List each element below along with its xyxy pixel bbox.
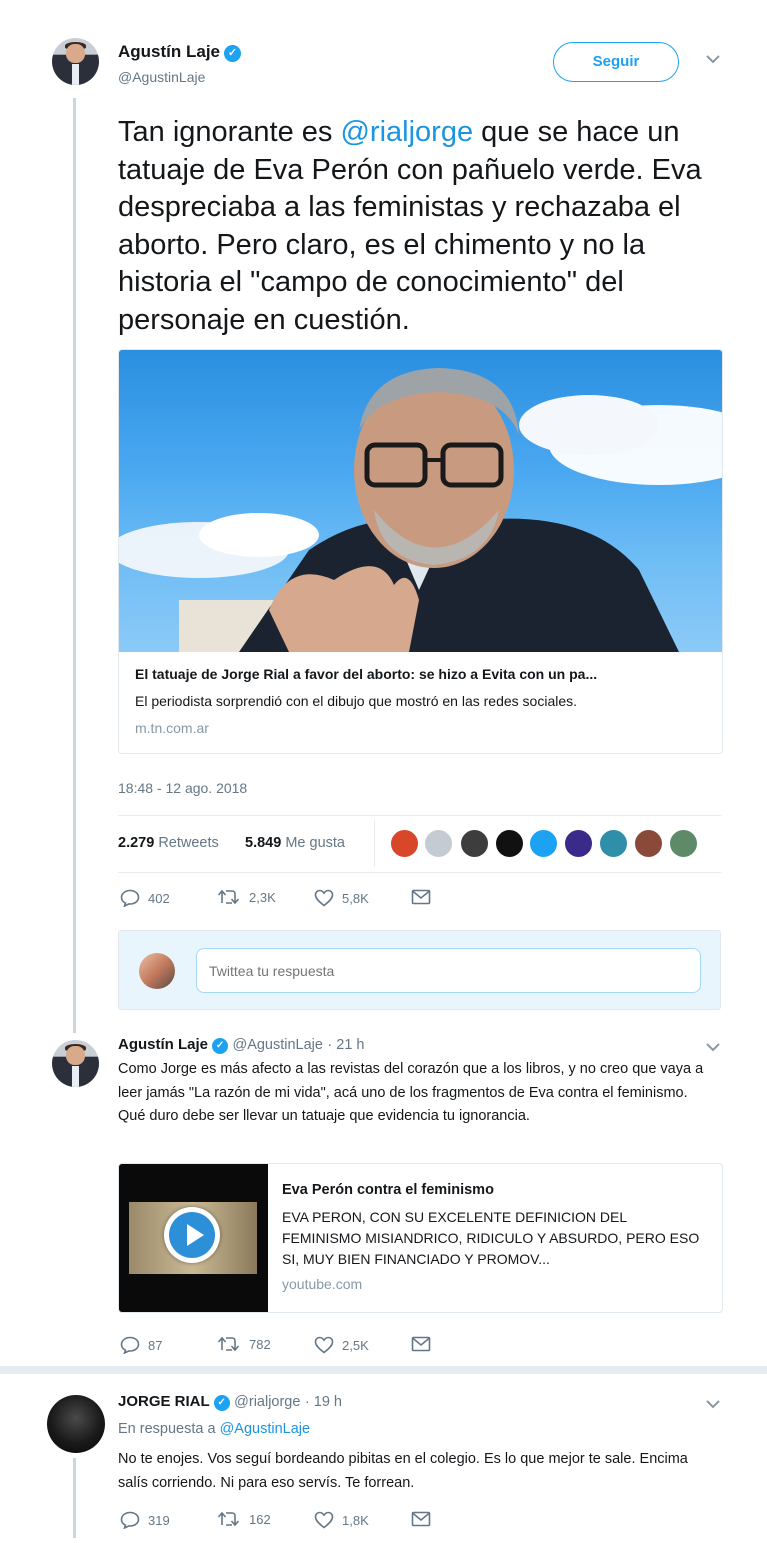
verified-badge-icon: ✓ [212, 1038, 229, 1054]
stats-separator [374, 820, 375, 867]
in-reply-prefix: En respuesta a [118, 1421, 220, 1437]
author-handle[interactable]: @AgustinLaje [118, 69, 205, 85]
retweet-icon [217, 1336, 240, 1352]
envelope-icon [411, 1336, 431, 1352]
follow-button[interactable]: Seguir [553, 42, 679, 82]
reply-input[interactable] [196, 948, 701, 993]
reply-box [118, 930, 721, 1010]
card-title[interactable]: El tatuaje de Jorge Rial a favor del abo… [135, 666, 705, 682]
likes-stat[interactable]: 5.849 Me gusta [245, 835, 345, 851]
heart-icon [314, 1336, 334, 1354]
liker-avatar[interactable] [564, 829, 593, 858]
liker-avatar[interactable] [669, 829, 698, 858]
card-description: El periodista sorprendió con el dibujo q… [135, 693, 578, 709]
author-avatar[interactable] [52, 38, 99, 85]
retweet-icon [217, 889, 240, 905]
conversation-separator [0, 1366, 767, 1374]
retweet-action[interactable]: 162 [217, 1511, 271, 1527]
reply1-avatar[interactable] [52, 1040, 99, 1087]
envelope-icon [411, 889, 431, 905]
reply2-text: No te enojes. Vos seguí bordeando pibita… [118, 1451, 688, 1491]
like-action[interactable]: 1,8K [314, 1511, 369, 1529]
link-card[interactable]: El tatuaje de Jorge Rial a favor del abo… [118, 349, 723, 754]
like-count: 2,5K [342, 1337, 369, 1353]
current-user-avatar [139, 953, 175, 989]
reply-icon [120, 1336, 140, 1354]
reply-action[interactable]: 319 [120, 1511, 170, 1529]
tweet-timestamp[interactable]: 18:48 - 12 ago. 2018 [118, 780, 247, 796]
liker-avatar[interactable] [529, 829, 558, 858]
verified-badge-icon: ✓ [213, 1395, 230, 1411]
like-count: 1,8K [342, 1512, 369, 1528]
retweet-action[interactable]: 2,3K [217, 889, 276, 905]
mention-link[interactable]: @rialjorge [340, 116, 473, 148]
divider [118, 872, 721, 873]
author-name[interactable]: Agustín Laje ✓ [118, 42, 242, 62]
liker-avatar[interactable] [424, 829, 453, 858]
retweets-label: Retweets [158, 835, 219, 851]
heart-icon [314, 889, 334, 907]
reply2-author-name[interactable]: JORGE RIAL [118, 1393, 210, 1410]
dm-action[interactable] [411, 1511, 439, 1527]
thread-line [73, 1458, 76, 1538]
video-card-title[interactable]: Eva Perón contra el feminismo [282, 1182, 494, 1198]
liker-avatar[interactable] [599, 829, 628, 858]
author-name-text[interactable]: Agustín Laje [118, 42, 220, 61]
in-reply-mention[interactable]: @AgustinLaje [220, 1421, 311, 1437]
liker-avatar[interactable] [390, 829, 419, 858]
retweets-count: 2.279 [118, 835, 155, 851]
reply-action[interactable]: 402 [120, 889, 170, 907]
play-icon[interactable] [164, 1207, 220, 1263]
envelope-icon [411, 1511, 431, 1527]
retweet-count: 782 [249, 1336, 271, 1352]
chevron-down-icon[interactable] [702, 1396, 724, 1414]
video-card[interactable]: Eva Perón contra el feminismo EVA PERON,… [118, 1163, 723, 1313]
like-count: 5,8K [342, 890, 369, 906]
card-image [119, 350, 722, 652]
chevron-down-icon[interactable] [702, 1039, 724, 1057]
reply1-time[interactable]: · 21 h [327, 1037, 364, 1053]
liker-avatar[interactable] [460, 829, 489, 858]
dm-action[interactable] [411, 889, 439, 905]
like-action[interactable]: 2,5K [314, 1336, 369, 1354]
reply-count: 319 [148, 1512, 170, 1528]
verified-badge-icon: ✓ [224, 45, 242, 62]
reply1-header: Agustín Laje ✓ @AgustinLaje · 21 h [118, 1036, 365, 1054]
retweets-stat[interactable]: 2.279 Retweets [118, 835, 219, 851]
thread-line [73, 98, 76, 1033]
video-thumbnail[interactable] [119, 1164, 268, 1312]
retweet-action[interactable]: 782 [217, 1336, 271, 1352]
reply-count: 402 [148, 890, 170, 906]
likes-count: 5.849 [245, 835, 282, 851]
video-card-description: EVA PERON, CON SU EXCELENTE DEFINICION D… [282, 1209, 700, 1267]
tweet-text-part: que se hace un tatuaje de Eva Perón con … [118, 116, 702, 336]
like-action[interactable]: 5,8K [314, 889, 369, 907]
retweet-count: 162 [249, 1511, 271, 1527]
liker-avatar[interactable] [495, 829, 524, 858]
tweet-text: Tan ignorante es @rialjorge que se hace … [118, 114, 738, 339]
chevron-down-icon[interactable] [702, 51, 724, 69]
reply1-text: Como Jorge es más afecto a las revistas … [118, 1061, 704, 1124]
reply2-avatar[interactable] [47, 1395, 105, 1453]
card-domain: m.tn.com.ar [135, 720, 209, 736]
reply2-time[interactable]: · 19 h [305, 1394, 342, 1410]
liker-avatar[interactable] [634, 829, 663, 858]
reply1-author-handle[interactable]: @AgustinLaje [232, 1037, 323, 1053]
reply2-author-handle[interactable]: @rialjorge [234, 1394, 300, 1410]
likes-label: Me gusta [285, 835, 345, 851]
reply-icon [120, 1511, 140, 1529]
retweet-icon [217, 1511, 240, 1527]
dm-action[interactable] [411, 1336, 439, 1352]
reply-count: 87 [148, 1337, 163, 1353]
heart-icon [314, 1511, 334, 1529]
tweet-text-part: Tan ignorante es [118, 116, 341, 148]
retweet-count: 2,3K [249, 889, 276, 905]
reply2-header: JORGE RIAL ✓ @rialjorge · 19 h [118, 1393, 342, 1411]
reply-action[interactable]: 87 [120, 1336, 162, 1354]
reply1-author-name[interactable]: Agustín Laje [118, 1036, 208, 1053]
reply-icon [120, 889, 140, 907]
video-card-domain: youtube.com [282, 1276, 363, 1292]
in-reply-to: En respuesta a @AgustinLaje [118, 1421, 310, 1437]
divider [118, 815, 721, 816]
